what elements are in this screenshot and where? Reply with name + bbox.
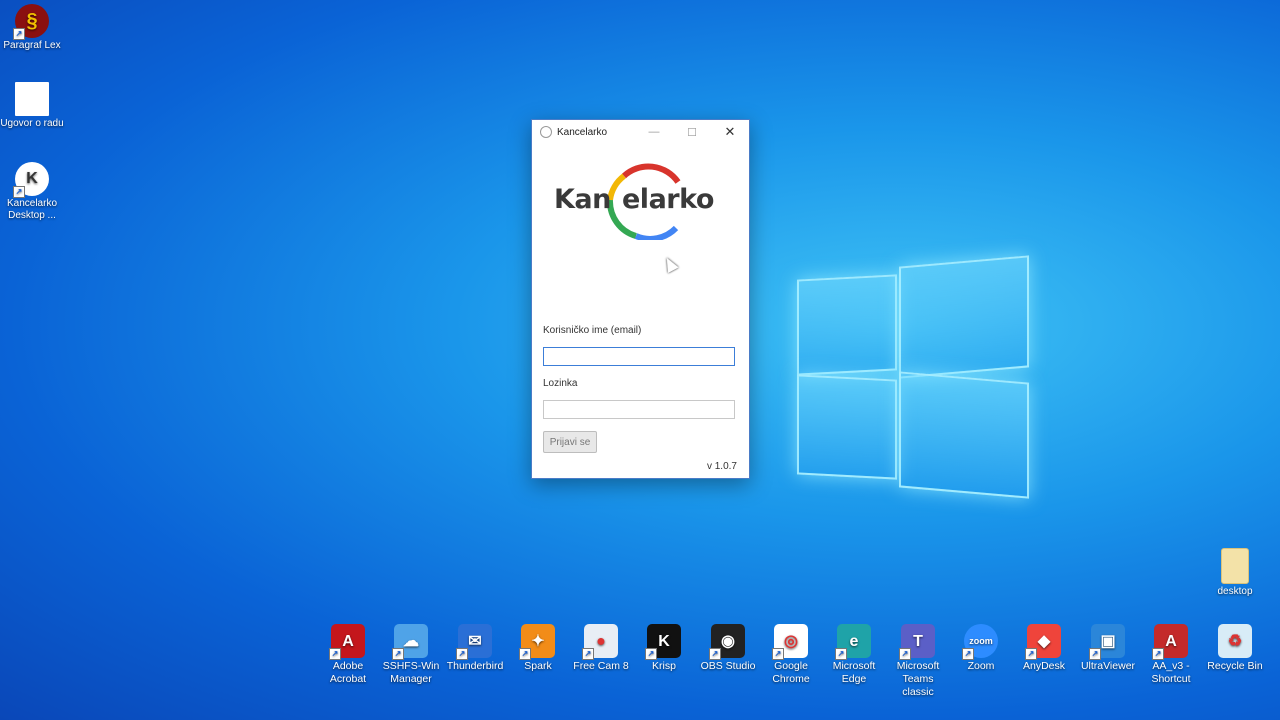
anydesk-icon: ◆ ↗ <box>1025 624 1061 660</box>
maximize-button[interactable]: ☐ <box>673 120 711 144</box>
icon-label: OBS Studio <box>700 660 756 672</box>
kancelarko-logo: Kan elarko <box>554 160 729 240</box>
desktop-icon-free-cam[interactable]: ● ↗ Free Cam 8 <box>569 624 633 673</box>
desktop-icon-adobe-acrobat[interactable]: A ↗ Adobe Acrobat <box>316 624 380 686</box>
thunderbird-icon: ✉ ↗ <box>456 624 492 660</box>
folder-icon <box>1221 548 1249 584</box>
icon-label: Spark <box>524 660 552 672</box>
desktop-icon-obs-studio[interactable]: ◉ ↗ OBS Studio <box>696 624 760 673</box>
password-label: Lozinka <box>543 378 578 389</box>
username-input[interactable] <box>543 347 735 366</box>
icon-label: Thunderbird <box>446 660 504 672</box>
icon-label: SSHFS-Win Manager <box>382 660 440 685</box>
logo-text-right: elarko <box>622 184 714 215</box>
spark-icon: ✦ ↗ <box>519 624 555 660</box>
obs-studio-icon: ◉ ↗ <box>709 624 745 660</box>
adobe-acrobat-icon: A ↗ <box>329 624 365 660</box>
password-input[interactable] <box>543 400 735 419</box>
desktop-icon-paragraf-lex[interactable]: § ↗ Paragraf Lex <box>0 4 64 52</box>
desktop-icon-zoom[interactable]: zoom ↗ Zoom <box>949 624 1013 673</box>
desktop-icon-ugovor-o-radu[interactable]: Ugovor o radu <box>0 82 64 130</box>
desktop-icon-spark[interactable]: ✦ ↗ Spark <box>506 624 570 673</box>
ultraviewer-icon: ▣ ↗ <box>1089 624 1125 660</box>
edge-icon: e ↗ <box>835 624 871 660</box>
windows-logo <box>795 255 1030 499</box>
krisp-icon: K ↗ <box>645 624 681 660</box>
app-icon <box>540 126 552 138</box>
icon-label: Microsoft Edge <box>832 660 876 685</box>
chrome-icon: ◎ ↗ <box>772 624 808 660</box>
minimize-button[interactable]: — <box>635 120 673 144</box>
icon-label: Microsoft Teams classic <box>896 660 940 698</box>
paragraf-lex-icon: § ↗ <box>13 4 49 40</box>
desktop-icon-chrome[interactable]: ◎ ↗ Google Chrome <box>759 624 823 686</box>
ammyy-admin-icon: A ↗ <box>1152 624 1188 660</box>
title-bar[interactable]: Kancelarko — ☐ ✕ <box>532 120 749 144</box>
desktop-icon-ammyy-admin[interactable]: A ↗ AA_v3 - Shortcut <box>1139 624 1203 686</box>
icon-label: Adobe Acrobat <box>329 660 367 685</box>
window-title: Kancelarko <box>557 126 608 138</box>
icon-label: Free Cam 8 <box>573 660 629 672</box>
icon-label: Zoom <box>967 660 995 672</box>
icon-label: Recycle Bin <box>1207 660 1263 672</box>
desktop-icon-anydesk[interactable]: ◆ ↗ AnyDesk <box>1012 624 1076 673</box>
close-button[interactable]: ✕ <box>711 120 749 144</box>
recycle-bin-icon: ♻ <box>1218 624 1252 658</box>
icon-label: AA_v3 - Shortcut <box>1151 660 1191 685</box>
icon-label: UltraViewer <box>1080 660 1136 672</box>
free-cam-icon: ● ↗ <box>582 624 618 660</box>
logo-text-left: Kan <box>554 184 611 215</box>
sshfs-icon: ☁ ↗ <box>392 624 428 660</box>
username-label: Korisničko ime (email) <box>543 325 642 336</box>
desktop-icon-kancelarko[interactable]: K ↗ Kancelarko Desktop ... <box>0 162 64 222</box>
desktop-icon-thunderbird[interactable]: ✉ ↗ Thunderbird <box>443 624 507 673</box>
login-button[interactable]: Prijavi se <box>543 431 597 453</box>
kancelarko-icon: K ↗ <box>13 162 49 198</box>
document-icon <box>15 82 49 116</box>
teams-icon: T ↗ <box>899 624 935 660</box>
desktop-icon-krisp[interactable]: K ↗ Krisp <box>632 624 696 673</box>
desktop-icon-teams[interactable]: T ↗ Microsoft Teams classic <box>886 624 950 699</box>
desktop-icon-ultraviewer[interactable]: ▣ ↗ UltraViewer <box>1076 624 1140 673</box>
zoom-icon: zoom ↗ <box>962 624 998 660</box>
icon-label: Google Chrome <box>772 660 810 685</box>
kancelarko-window: Kancelarko — ☐ ✕ Kan elarko Korisničko i… <box>531 119 750 479</box>
desktop-icon-recycle-bin[interactable]: ♻ Recycle Bin <box>1203 624 1267 673</box>
desktop-icon-sshfs[interactable]: ☁ ↗ SSHFS-Win Manager <box>379 624 443 686</box>
icon-label: AnyDesk <box>1022 660 1065 672</box>
desktop-icon-edge[interactable]: e ↗ Microsoft Edge <box>822 624 886 686</box>
version-label: v 1.0.7 <box>706 461 737 472</box>
icon-label: Krisp <box>652 660 676 672</box>
desktop-folder[interactable]: desktop <box>1203 548 1267 598</box>
